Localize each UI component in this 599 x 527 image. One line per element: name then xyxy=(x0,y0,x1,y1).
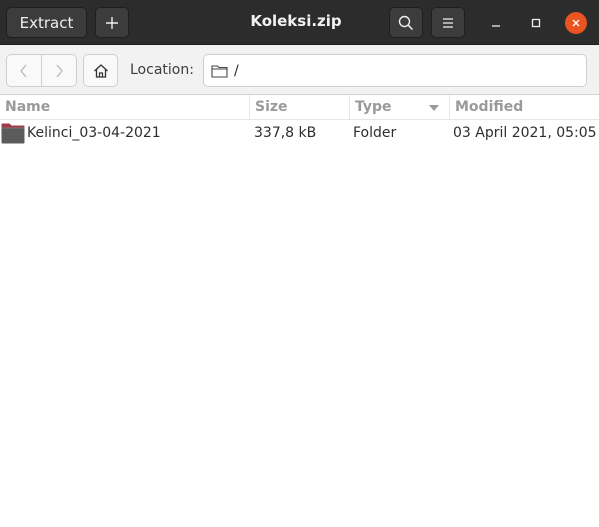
column-header-size[interactable]: Size xyxy=(249,95,349,120)
back-button[interactable] xyxy=(7,55,41,86)
file-size: 337,8 kB xyxy=(254,125,317,141)
minimize-icon xyxy=(492,25,500,27)
maximize-button[interactable] xyxy=(525,12,547,34)
sort-down-icon xyxy=(429,105,439,111)
file-type: Folder xyxy=(353,125,397,141)
file-list-row[interactable]: Kelinci_03-04-2021 337,8 kB Folder 03 Ap… xyxy=(0,121,599,146)
main-menu-button[interactable] xyxy=(431,7,465,38)
column-header-type[interactable]: Type xyxy=(349,95,449,120)
column-header-modified[interactable]: Modified xyxy=(449,95,599,120)
plus-icon xyxy=(106,16,118,29)
column-header-type-label: Type xyxy=(355,99,392,115)
extract-button[interactable]: Extract xyxy=(6,7,87,38)
file-modified: 03 April 2021, 05:05 xyxy=(453,125,597,141)
file-list-header: Name Size Type Modified xyxy=(0,95,599,120)
location-label: Location: xyxy=(130,62,194,78)
column-header-name[interactable]: Name xyxy=(0,95,249,120)
close-icon xyxy=(572,19,580,27)
minimize-button[interactable] xyxy=(485,12,507,34)
home-icon xyxy=(93,63,108,78)
hamburger-menu-icon xyxy=(443,17,453,28)
file-name: Kelinci_03-04-2021 xyxy=(27,125,161,141)
close-button[interactable] xyxy=(565,12,587,34)
chevron-left-icon xyxy=(20,64,27,77)
extract-button-label: Extract xyxy=(19,13,74,32)
location-path: / xyxy=(234,62,239,79)
location-toolbar: Location: / xyxy=(0,45,599,95)
headerbar: Extract Koleksi.zip xyxy=(0,0,599,45)
maximize-icon xyxy=(531,18,541,28)
folder-icon xyxy=(1,123,25,144)
navigation-buttons xyxy=(6,54,77,87)
window-title: Koleksi.zip xyxy=(250,12,342,30)
forward-button[interactable] xyxy=(41,55,76,86)
search-button[interactable] xyxy=(389,7,423,38)
folder-outline-icon xyxy=(211,64,228,78)
home-button[interactable] xyxy=(83,54,118,87)
search-icon xyxy=(398,15,414,30)
location-input[interactable]: / xyxy=(203,54,587,87)
add-files-button[interactable] xyxy=(95,7,129,38)
chevron-right-icon xyxy=(56,64,63,77)
